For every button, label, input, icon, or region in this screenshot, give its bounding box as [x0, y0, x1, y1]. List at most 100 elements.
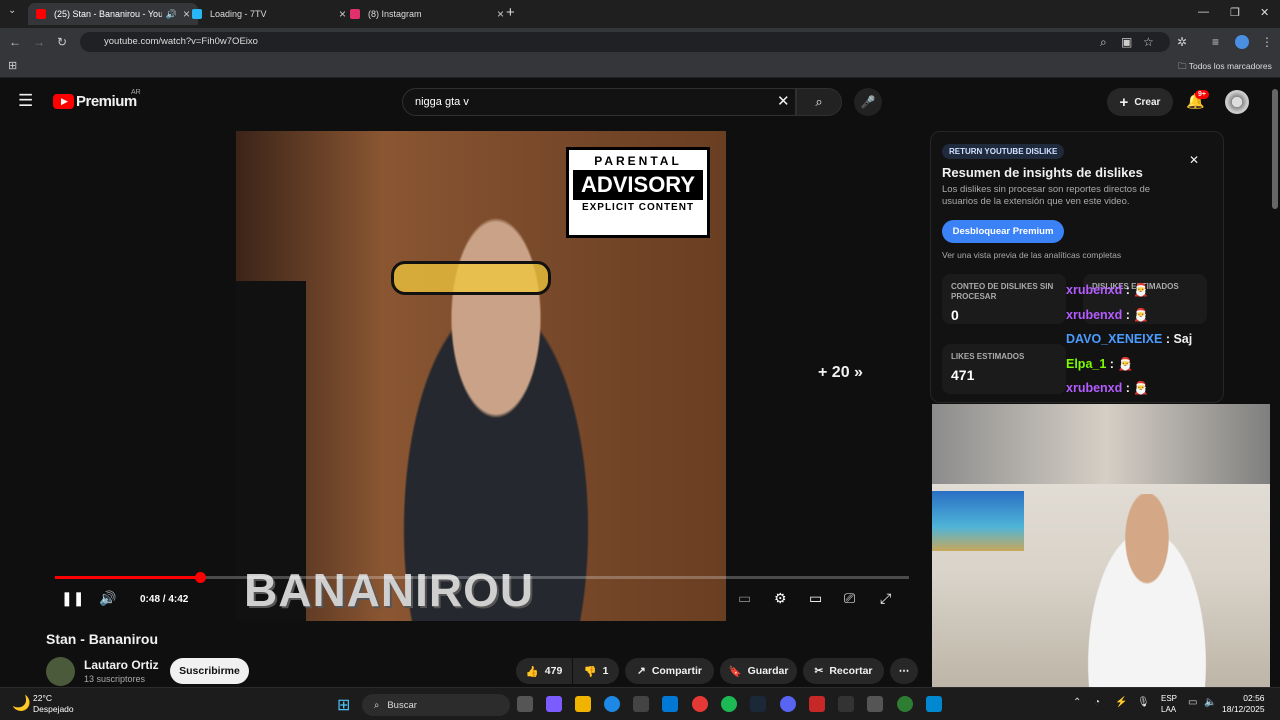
app-icon[interactable]: [867, 696, 883, 712]
copilot-icon[interactable]: [546, 696, 562, 712]
explicit-content-text: EXPLICIT CONTENT: [581, 202, 695, 213]
more-actions-button[interactable]: ⋯: [890, 658, 918, 684]
spotify-icon[interactable]: [721, 696, 737, 712]
app-icon[interactable]: [809, 696, 825, 712]
back-icon[interactable]: ←: [9, 35, 21, 49]
apps-grid-icon[interactable]: ⊞: [8, 59, 17, 72]
video-player[interactable]: PARENTAL ADVISORY EXPLICIT CONTENT BANAN…: [236, 131, 726, 621]
minimize-icon[interactable]: —: [1198, 6, 1209, 18]
forward-icon[interactable]: →: [33, 35, 45, 49]
speaker-icon[interactable]: 🔊: [166, 9, 177, 20]
outlook-icon[interactable]: [662, 696, 678, 712]
task-view-icon[interactable]: [517, 696, 533, 712]
weather-widget[interactable]: 22°C Despejado: [33, 693, 74, 715]
save-label: Guardar: [747, 665, 789, 677]
search-input[interactable]: nigga gta v: [402, 88, 796, 116]
page-scrollbar[interactable]: [1270, 79, 1280, 687]
streamer-webcam: [932, 404, 1280, 687]
youtube-premium-logo[interactable]: Premium: [76, 93, 137, 110]
scissors-icon: ✂: [814, 665, 824, 677]
network-icon[interactable]: ▭: [1188, 697, 1197, 708]
progress-scrubber[interactable]: [195, 572, 207, 583]
fullscreen-icon[interactable]: ⤢: [880, 590, 891, 607]
plus-icon: +: [1119, 93, 1129, 111]
clear-search-icon[interactable]: ✕: [777, 92, 790, 110]
app-icon[interactable]: [897, 696, 913, 712]
unlock-premium-button[interactable]: Desbloquear Premium: [942, 220, 1064, 243]
channel-name[interactable]: Lautaro Ortiz: [84, 658, 159, 672]
chat-message: : Saj: [1165, 332, 1193, 346]
emote-icon: 🎅: [1133, 283, 1149, 297]
channel-avatar[interactable]: [46, 657, 75, 686]
media-icon[interactable]: ≡: [1212, 35, 1219, 49]
close-tab-icon[interactable]: ×: [497, 7, 504, 21]
file-explorer-icon[interactable]: [575, 696, 591, 712]
cast-icon[interactable]: ⎚: [844, 590, 855, 607]
zoom-icon[interactable]: ⌕: [1100, 35, 1107, 50]
address-bar[interactable]: youtube.com/watch?v=Fih0w7OEixo: [80, 32, 1170, 52]
search-button[interactable]: ⌕: [796, 88, 842, 116]
tab-instagram[interactable]: (8) Instagram ×: [342, 3, 512, 25]
language-indicator[interactable]: ESP LAA: [1161, 693, 1177, 715]
theater-mode-icon[interactable]: ▭: [809, 590, 822, 607]
subscribe-button[interactable]: Suscribirme: [170, 658, 249, 684]
windows-start-icon[interactable]: ⊞: [337, 695, 350, 715]
weather-icon[interactable]: 🌙: [12, 694, 31, 712]
scrollbar-thumb[interactable]: [1272, 89, 1278, 209]
save-button[interactable]: 🔖 Guardar: [720, 658, 797, 684]
tray-icon[interactable]: ◔: [1094, 697, 1100, 708]
dislike-button[interactable]: 👎 1: [573, 658, 619, 684]
hamburger-menu-icon[interactable]: ☰: [18, 91, 33, 111]
reload-icon[interactable]: ↻: [57, 35, 67, 49]
taskbar-clock[interactable]: 02:56 18/12/2025: [1222, 693, 1265, 715]
thumbs-up-icon: 👍: [525, 665, 539, 678]
steam-icon[interactable]: [750, 696, 766, 712]
tab-search-icon[interactable]: ⌄: [8, 5, 16, 16]
mic-tray-icon[interactable]: 🎙: [1137, 697, 1150, 708]
subtitles-icon[interactable]: ▭: [738, 590, 751, 607]
volume-tray-icon[interactable]: 🔈: [1204, 697, 1216, 708]
pause-icon[interactable]: ❚❚: [61, 590, 84, 607]
tab-7tv[interactable]: Loading - 7TV ×: [184, 3, 354, 25]
extensions-icon[interactable]: ✲: [1177, 35, 1187, 49]
app-icon[interactable]: [838, 696, 854, 712]
menu-kebab-icon[interactable]: ⋮: [1261, 35, 1273, 49]
create-button[interactable]: + Crear: [1107, 88, 1173, 116]
all-bookmarks[interactable]: 🗀 Todos los marcadores: [1178, 61, 1272, 75]
taskbar-search[interactable]: ⌕ Buscar: [362, 694, 510, 716]
store-icon[interactable]: [633, 696, 649, 712]
chrome-icon[interactable]: [692, 696, 708, 712]
estimated-likes-label: LIKES ESTIMADOS: [951, 352, 1025, 361]
discord-icon[interactable]: [780, 696, 796, 712]
user-avatar[interactable]: [1225, 90, 1249, 114]
tray-chevron-icon[interactable]: ⌃: [1073, 697, 1081, 708]
thumbs-down-icon: 👎: [583, 665, 597, 678]
tab-youtube[interactable]: (25) Stan - Bananirou - You 🔊 ×: [28, 3, 198, 25]
microphone-icon: 🎤: [860, 95, 876, 109]
bookmark-star-icon[interactable]: ☆: [1143, 35, 1154, 49]
analytics-preview-link[interactable]: Ver una vista previa de las analíticas c…: [942, 250, 1121, 260]
search-label: Buscar: [387, 699, 417, 711]
advisory-text: ADVISORY: [573, 170, 703, 200]
chat-line: xrubenxd : 🎅: [1066, 376, 1280, 401]
close-window-icon[interactable]: ✕: [1260, 6, 1269, 19]
settings-gear-icon[interactable]: ⚙: [774, 590, 787, 607]
share-button[interactable]: ↗ Compartir: [625, 658, 714, 684]
volume-icon[interactable]: 🔊: [99, 590, 116, 607]
edge-icon[interactable]: [604, 696, 620, 712]
new-tab-icon[interactable]: +: [506, 4, 515, 21]
install-icon[interactable]: ▣: [1121, 35, 1132, 49]
windows-taskbar: 🌙 22°C Despejado ⊞ ⌕ Buscar ⌃ ◔ ⚡ 🎙 ESP …: [0, 687, 1280, 720]
like-button[interactable]: 👍 479: [516, 658, 572, 684]
clip-button[interactable]: ✂ Recortar: [803, 658, 884, 684]
close-panel-icon[interactable]: ✕: [1189, 153, 1199, 167]
search-value: nigga gta v: [415, 96, 469, 108]
app-icon[interactable]: [926, 696, 942, 712]
chat-user: xrubenxd: [1066, 381, 1123, 395]
maximize-icon[interactable]: ❐: [1230, 6, 1240, 19]
video-progress-bar[interactable]: [55, 572, 909, 583]
tray-icon[interactable]: ⚡: [1115, 697, 1127, 708]
profile-avatar[interactable]: [1235, 35, 1249, 49]
language-code: ESP: [1161, 694, 1178, 703]
voice-search-button[interactable]: 🎤: [854, 88, 882, 116]
